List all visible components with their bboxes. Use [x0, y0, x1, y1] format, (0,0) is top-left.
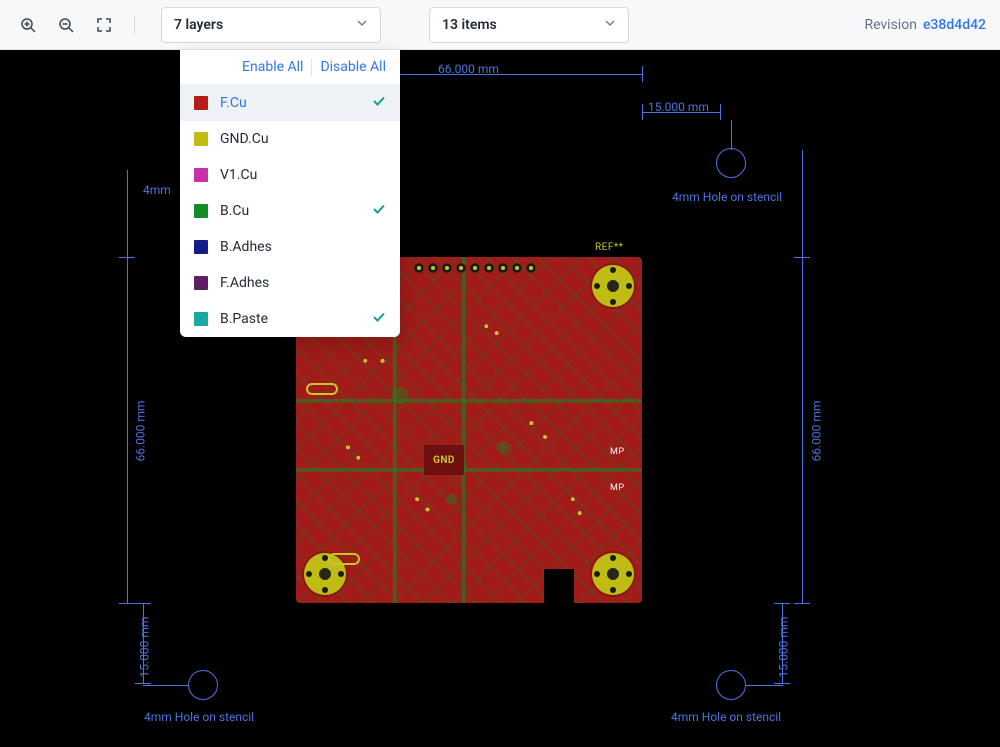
- zoom-in-button[interactable]: [14, 11, 42, 39]
- pcb-canvas: 66.000 mm 15.000 mm 4mm Hole on stencil …: [0, 50, 1000, 747]
- top-toolbar: 7 layers 13 items Revision e38d4d42: [0, 0, 1000, 50]
- layer-color-swatch: [194, 204, 208, 218]
- layer-row[interactable]: B.Adhes: [180, 229, 400, 265]
- check-icon: [372, 202, 386, 220]
- layer-row[interactable]: B.Paste: [180, 301, 400, 337]
- items-dropdown[interactable]: 13 items: [429, 7, 629, 43]
- dimension-tr-15: 15.000 mm: [648, 100, 709, 114]
- layer-color-swatch: [194, 96, 208, 110]
- zoom-out-button[interactable]: [52, 11, 80, 39]
- layer-name-label: F.Adhes: [220, 275, 386, 291]
- chevron-down-icon: [604, 17, 616, 33]
- check-icon: [372, 94, 386, 112]
- layer-name-label: F.Cu: [220, 95, 360, 111]
- enable-all-link[interactable]: Enable All: [242, 59, 303, 75]
- disable-all-link[interactable]: Disable All: [320, 59, 386, 75]
- silkscreen-ref: REF**: [595, 242, 624, 253]
- revision-hash-link[interactable]: e38d4d42: [923, 17, 986, 33]
- check-icon: [372, 310, 386, 328]
- separator: [311, 58, 312, 76]
- layer-name-label: V1.Cu: [220, 167, 386, 183]
- pcb-viewport[interactable]: 66.000 mm 15.000 mm 4mm Hole on stencil …: [0, 50, 1000, 747]
- layer-color-swatch: [194, 132, 208, 146]
- layer-row[interactable]: GND.Cu: [180, 121, 400, 157]
- layer-color-swatch: [194, 312, 208, 326]
- layers-dropdown-panel: Enable All Disable All F.Cu GND.Cu V1.Cu B.…: [180, 50, 400, 337]
- dimension-bl-15: 15.000 mm: [137, 617, 151, 678]
- dimension-br-15: 15.000 mm: [776, 617, 790, 678]
- layer-color-swatch: [194, 240, 208, 254]
- separator: [134, 16, 135, 34]
- dimension-left-66: 66.000 mm: [133, 401, 147, 462]
- layer-row[interactable]: B.Cu: [180, 193, 400, 229]
- items-dropdown-label: 13 items: [442, 17, 497, 33]
- chevron-down-icon: [356, 17, 368, 33]
- layer-color-swatch: [194, 276, 208, 290]
- fit-screen-button[interactable]: [90, 11, 118, 39]
- silkscreen-gnd: GND: [433, 455, 455, 466]
- revision-label: Revision: [864, 17, 917, 33]
- layer-name-label: B.Cu: [220, 203, 360, 219]
- hole-label-br: 4mm Hole on stencil: [671, 710, 781, 724]
- layers-dropdown-label: 7 layers: [174, 17, 223, 33]
- layer-row[interactable]: V1.Cu: [180, 157, 400, 193]
- layers-dropdown[interactable]: 7 layers: [161, 7, 381, 43]
- silkscreen-mp1: MP: [610, 447, 625, 457]
- hole-label-tr: 4mm Hole on stencil: [672, 190, 782, 204]
- dimension-left-4mm: 4mm: [143, 183, 171, 197]
- layer-color-swatch: [194, 168, 208, 182]
- layer-row[interactable]: F.Adhes: [180, 265, 400, 301]
- hole-label-bl: 4mm Hole on stencil: [144, 710, 254, 724]
- layer-name-label: B.Adhes: [220, 239, 386, 255]
- dimension-right-66: 66.000 mm: [809, 401, 823, 462]
- layer-row[interactable]: F.Cu: [180, 85, 400, 121]
- dimension-top-66: 66.000 mm: [438, 62, 499, 76]
- revision-display: Revision e38d4d42: [864, 17, 986, 33]
- layer-name-label: GND.Cu: [220, 131, 386, 147]
- silkscreen-mp2: MP: [610, 483, 625, 493]
- layer-name-label: B.Paste: [220, 311, 360, 327]
